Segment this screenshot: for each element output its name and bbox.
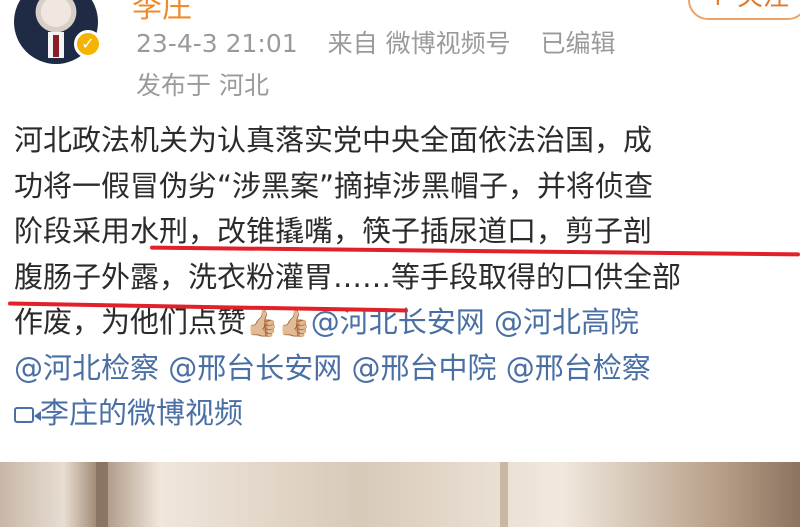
verified-badge-icon: ✓ <box>74 30 102 58</box>
mention-xingtai-procuratorate[interactable]: @邢台检察 <box>506 351 651 385</box>
avatar-tie <box>53 35 59 57</box>
post-text: 作废，为他们点赞 <box>14 305 247 339</box>
follow-button[interactable]: + 关注 <box>688 0 800 20</box>
video-link-label: 李庄的微博视频 <box>40 396 244 430</box>
thumbs-up-icon: 👍🏼👍🏼 <box>246 309 311 339</box>
post-line: 功将一假冒伪劣“涉黑案”摘掉涉黑帽子，并将侦查 <box>14 168 654 203</box>
post-line: @河北检察 @邢台长安网 @邢台中院 @邢台检察 <box>14 346 798 392</box>
post-location: 发布于 河北 <box>136 71 269 100</box>
thumbnail-detail <box>96 462 108 527</box>
post-meta: 23-4-3 21:01 来自 微博视频号 已编辑 <box>136 24 638 60</box>
edited-label[interactable]: 已编辑 <box>541 29 616 58</box>
mention-xingtai-court[interactable]: @邢台中院 <box>351 351 496 385</box>
post-line: 腹肠子外露，洗衣粉灌胃……等手段取得的口供全部 <box>14 259 682 294</box>
post-line: 河北政法机关为认真落实党中央全面依法治国，成 <box>14 123 653 157</box>
video-link[interactable]: 李庄的微博视频 <box>14 396 243 430</box>
video-thumbnail[interactable] <box>0 462 800 527</box>
thumbnail-detail <box>500 462 508 527</box>
post-source[interactable]: 来自 微博视频号 <box>328 29 511 58</box>
post-time: 23-4-3 21:01 <box>136 29 298 58</box>
mention-hebei-procuratorate[interactable]: @河北检察 <box>14 351 159 385</box>
mention-xingtai-changan[interactable]: @邢台长安网 <box>168 351 342 385</box>
mention-hebei-court[interactable]: @河北高院 <box>494 305 639 339</box>
post-line: 李庄的微博视频 <box>14 391 798 437</box>
video-icon <box>14 407 41 423</box>
username[interactable]: 李庄 <box>132 0 192 26</box>
post-body: 河北政法机关为认真落实党中央全面依法治国，成 功将一假冒伪劣“涉黑案”摘掉涉黑帽… <box>14 118 798 437</box>
